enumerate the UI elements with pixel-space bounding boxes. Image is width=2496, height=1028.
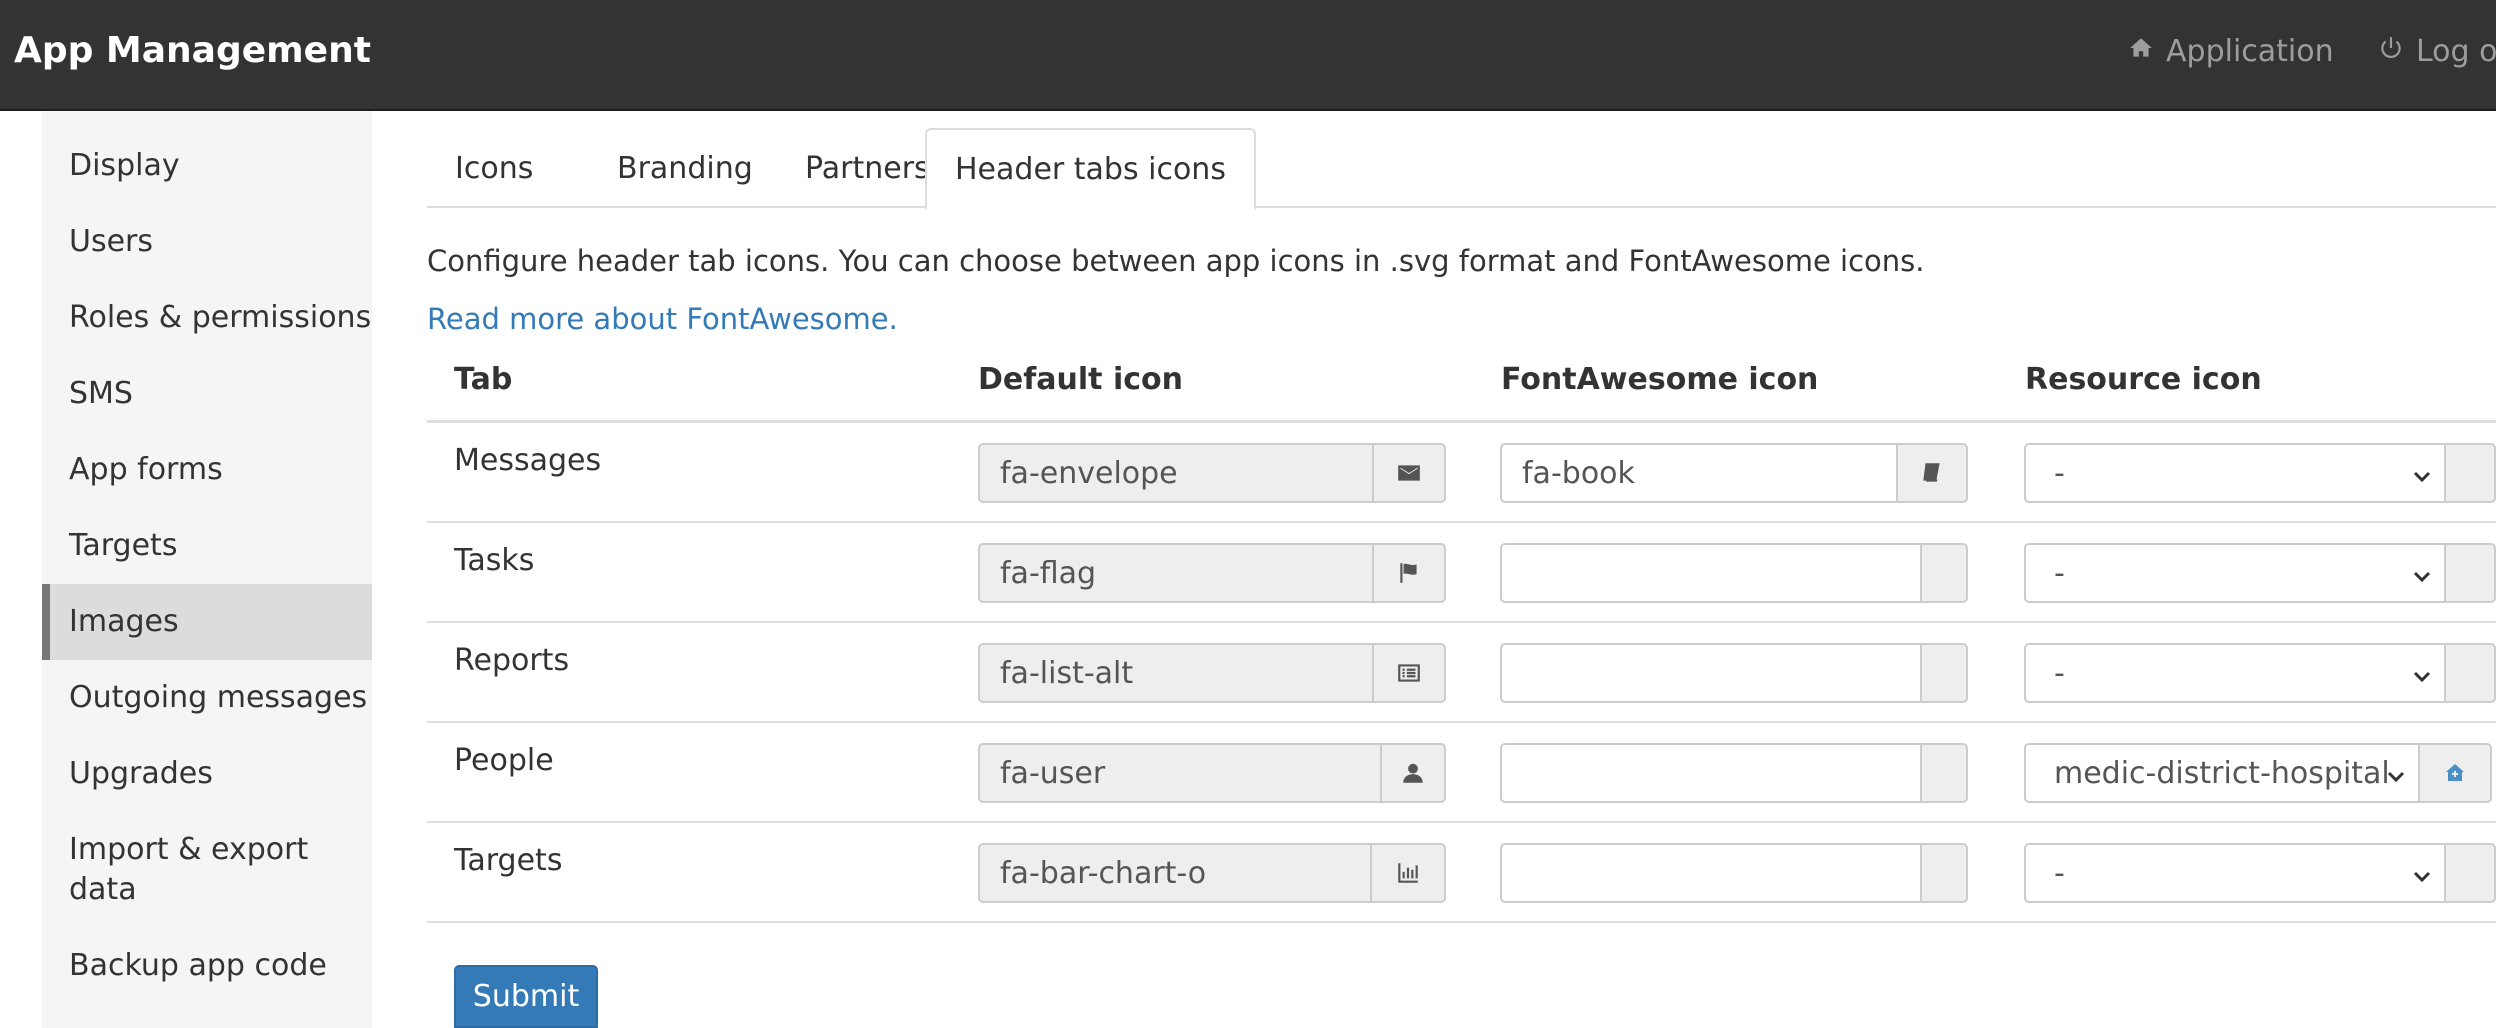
table-header-divider — [427, 420, 2496, 423]
sidebar-item-upgrades[interactable]: Upgrades — [42, 754, 372, 794]
resource-icon-select-people[interactable]: medic-district-hospital — [2024, 743, 2420, 803]
column-header-tab: Tab — [454, 362, 513, 397]
settings-tabs: Icons Branding Partners Header tabs icon… — [427, 128, 2496, 210]
fontawesome-icon-preview-people — [1922, 743, 1968, 803]
sidebar-item-backup-app-code[interactable]: Backup app code — [42, 946, 372, 986]
tab-branding[interactable]: Branding — [589, 128, 781, 208]
sidebar-item-roles-permissions[interactable]: Roles & permissions — [42, 298, 372, 338]
tab-icons[interactable]: Icons — [427, 128, 561, 208]
chevron-down-icon — [2410, 861, 2434, 885]
page-description: Configure header tab icons. You can choo… — [427, 244, 1925, 278]
resource-icon-select-reports[interactable]: - — [2024, 643, 2446, 703]
submit-button[interactable]: Submit — [454, 965, 598, 1028]
resource-icon-preview-reports — [2446, 643, 2496, 703]
resource-icon-preview-targets — [2446, 843, 2496, 903]
default-icon-field-reports: fa-list-alt — [978, 643, 1374, 703]
chevron-down-icon — [2410, 561, 2434, 585]
fontawesome-icon-input-people[interactable] — [1500, 743, 1922, 803]
resource-icon-select-value: - — [2054, 555, 2065, 591]
default-icon-field-tasks: fa-flag — [978, 543, 1374, 603]
row-divider — [427, 521, 2496, 523]
resource-icon-preview-tasks — [2446, 543, 2496, 603]
resource-icon-select-value: medic-district-hospital — [2054, 755, 2390, 791]
sidebar-item-app-forms[interactable]: App forms — [42, 450, 372, 490]
app-title[interactable]: App Management — [14, 30, 371, 71]
fontawesome-icon-input-messages[interactable]: fa-book — [1500, 443, 1898, 503]
fontawesome-icon-preview-tasks — [1922, 543, 1968, 603]
row-divider — [427, 921, 2496, 923]
logout-link-label: Log out — [2416, 34, 2496, 69]
chevron-down-icon — [2384, 761, 2408, 785]
resource-icon-select-value: - — [2054, 455, 2065, 491]
resource-icon-select-tasks[interactable]: - — [2024, 543, 2446, 603]
sidebar-item-display[interactable]: Display — [42, 146, 372, 186]
sidebar: Display Users Roles & permissions SMS Ap… — [42, 111, 372, 1028]
fontawesome-icon-input-targets[interactable] — [1500, 843, 1922, 903]
resource-icon-select-value: - — [2054, 655, 2065, 691]
fontawesome-icon-preview-targets — [1922, 843, 1968, 903]
read-more-link[interactable]: Read more about FontAwesome. — [427, 302, 898, 336]
sidebar-item-import-export[interactable]: Import & export data — [42, 830, 372, 910]
resource-icon-select-value: - — [2054, 855, 2065, 891]
hospital-icon — [2420, 743, 2492, 803]
flag-icon — [1374, 543, 1446, 603]
column-header-default-icon: Default icon — [978, 362, 1184, 397]
book-icon — [1898, 443, 1968, 503]
logout-link[interactable]: Log out — [2378, 34, 2496, 69]
sidebar-item-sms[interactable]: SMS — [42, 374, 372, 414]
power-icon — [2378, 34, 2404, 69]
chevron-down-icon — [2410, 461, 2434, 485]
resource-icon-preview-messages — [2446, 443, 2496, 503]
top-navbar: App Management Application Log out — [0, 0, 2496, 111]
application-link-label: Application — [2166, 34, 2334, 69]
chevron-down-icon — [2410, 661, 2434, 685]
user-icon — [1382, 743, 1446, 803]
column-header-resource-icon: Resource icon — [2025, 362, 2262, 397]
home-icon — [2128, 34, 2154, 69]
row-divider — [427, 821, 2496, 823]
row-messages-tab: Messages — [454, 443, 602, 478]
row-reports-tab: Reports — [454, 643, 570, 678]
column-header-fontawesome-icon: FontAwesome icon — [1501, 362, 1819, 397]
fontawesome-icon-preview-reports — [1922, 643, 1968, 703]
list-alt-icon — [1374, 643, 1446, 703]
fontawesome-icon-input-reports[interactable] — [1500, 643, 1922, 703]
resource-icon-select-messages[interactable]: - — [2024, 443, 2446, 503]
sidebar-item-outgoing-messages[interactable]: Outgoing messages — [42, 678, 372, 718]
bar-chart-icon — [1372, 843, 1446, 903]
application-link[interactable]: Application — [2128, 34, 2334, 69]
envelope-icon — [1374, 443, 1446, 503]
default-icon-field-messages: fa-envelope — [978, 443, 1374, 503]
row-divider — [427, 721, 2496, 723]
sidebar-item-images[interactable]: Images — [42, 584, 372, 660]
row-targets-tab: Targets — [454, 843, 563, 878]
default-icon-field-targets: fa-bar-chart-o — [978, 843, 1372, 903]
row-divider — [427, 621, 2496, 623]
tab-header-tabs-icons[interactable]: Header tabs icons — [925, 128, 1256, 210]
sidebar-item-targets[interactable]: Targets — [42, 526, 372, 566]
row-tasks-tab: Tasks — [454, 543, 535, 578]
row-people-tab: People — [454, 743, 554, 778]
fontawesome-icon-input-tasks[interactable] — [1500, 543, 1922, 603]
default-icon-field-people: fa-user — [978, 743, 1382, 803]
sidebar-item-users[interactable]: Users — [42, 222, 372, 262]
resource-icon-select-targets[interactable]: - — [2024, 843, 2446, 903]
